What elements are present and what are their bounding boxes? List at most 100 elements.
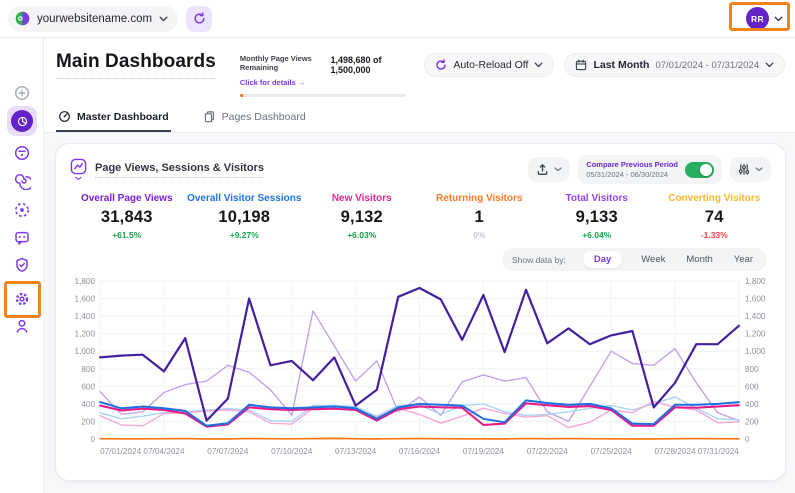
widget-title: Page Views, Sessions & Visitors: [95, 162, 264, 178]
granularity-year[interactable]: Year: [732, 251, 755, 268]
dashboard-tabs: Master Dashboard Pages Dashboard: [44, 106, 795, 133]
svg-text:400: 400: [81, 400, 95, 409]
web-analytics-icon[interactable]: [13, 144, 31, 162]
auto-reload-icon: [435, 59, 447, 71]
session-recordings-icon[interactable]: [13, 172, 31, 190]
quota-progress-bar: [240, 94, 406, 97]
svg-text:400: 400: [745, 400, 759, 409]
svg-text:200: 200: [745, 417, 759, 426]
quota-value: 1,498,680 of 1,500,000: [330, 55, 405, 75]
metric-label: Overall Page Views: [68, 193, 186, 204]
metric-delta: 0%: [421, 230, 539, 240]
svg-text:1,800: 1,800: [75, 277, 96, 286]
page-title: Main Dashboards: [56, 51, 216, 79]
website-selector[interactable]: yourwebsitename.com: [8, 6, 178, 32]
dashboard-content: Page Views, Sessions & Visitors: [44, 133, 795, 493]
widget-type-control[interactable]: [70, 158, 87, 181]
svg-text:1,600: 1,600: [75, 295, 96, 304]
svg-text:07/01/2024: 07/01/2024: [100, 447, 142, 456]
compare-range: 05/31/2024 - 06/30/2024: [586, 170, 678, 179]
svg-text:07/10/2024: 07/10/2024: [271, 447, 313, 456]
website-name: yourwebsitename.com: [37, 13, 152, 25]
website-favicon-icon: [15, 11, 30, 26]
widget-card: Page Views, Sessions & Visitors: [55, 143, 786, 481]
svg-text:200: 200: [81, 417, 95, 426]
sliders-icon: [738, 163, 750, 176]
chart-svg: 002002004004006006008008001,0001,0001,20…: [66, 273, 775, 470]
metric-delta: +6.04%: [538, 230, 656, 240]
svg-text:800: 800: [745, 365, 759, 374]
date-range-dropdown[interactable]: Last Month 07/01/2024 - 07/31/2024: [564, 53, 785, 77]
heatmaps-icon[interactable]: [13, 201, 31, 219]
svg-text:07/28/2024: 07/28/2024: [654, 447, 696, 456]
page-header: Main Dashboards Monthly Page Views Remai…: [44, 38, 795, 97]
granularity-week[interactable]: Week: [639, 251, 667, 268]
privacy-center-icon[interactable]: [13, 256, 31, 274]
master-dashboard-icon: [58, 110, 71, 123]
visitor-communication-icon[interactable]: [13, 229, 31, 247]
svg-text:0: 0: [745, 435, 750, 444]
svg-text:07/22/2024: 07/22/2024: [527, 447, 569, 456]
metric-value: 9,133: [538, 208, 656, 227]
avatar: RR: [746, 7, 769, 30]
date-preset: Last Month: [593, 59, 649, 71]
svg-text:1,000: 1,000: [745, 347, 766, 356]
svg-text:1,200: 1,200: [75, 330, 96, 339]
svg-text:07/16/2024: 07/16/2024: [399, 447, 441, 456]
metric-value: 9,132: [303, 208, 421, 227]
metric-label: Overall Visitor Sessions: [186, 193, 304, 204]
svg-text:07/04/2024: 07/04/2024: [143, 447, 185, 456]
metric[interactable]: New Visitors 9,132 +6.03%: [303, 193, 421, 240]
metric-value: 74: [656, 208, 774, 227]
sidebar-item-dashboards[interactable]: [7, 106, 37, 136]
svg-text:0: 0: [91, 435, 96, 444]
svg-text:07/19/2024: 07/19/2024: [463, 447, 505, 456]
quota-details-link[interactable]: Click for details →: [240, 78, 305, 87]
tab-pages-dashboard[interactable]: Pages Dashboard: [201, 106, 308, 132]
show-data-by: Show data by: Day Week Month Year: [502, 248, 767, 271]
compare-previous-period: Compare Previous Period 05/31/2024 - 06/…: [578, 155, 722, 184]
refresh-icon: [193, 12, 206, 25]
svg-text:1,400: 1,400: [75, 312, 96, 321]
sidebar: [0, 38, 44, 493]
account-menu[interactable]: RR: [746, 7, 783, 30]
metric-delta: +6.03%: [303, 230, 421, 240]
metrics-row: Overall Page Views 31,843 +61.5% Overall…: [64, 186, 777, 242]
svg-text:800: 800: [81, 365, 95, 374]
chevron-down-icon: [765, 62, 774, 68]
metric-label: New Visitors: [303, 193, 421, 204]
metric-settings-dropdown[interactable]: [730, 157, 771, 182]
metric-value: 1: [421, 208, 539, 227]
chevron-down-icon: [75, 176, 82, 181]
tab-master-dashboard[interactable]: Master Dashboard: [56, 106, 171, 132]
add-widget-icon[interactable]: [13, 84, 31, 102]
metric[interactable]: Overall Page Views 31,843 +61.5%: [68, 193, 186, 240]
chevron-down-icon: [159, 16, 168, 22]
svg-text:1,200: 1,200: [745, 330, 766, 339]
chart-area[interactable]: 002002004004006006008008001,0001,0001,20…: [64, 271, 777, 470]
metric[interactable]: Converting Visitors 74 -1.33%: [656, 193, 774, 240]
metric-label: Returning Visitors: [421, 193, 539, 204]
auto-reload-label: Auto-Reload Off: [453, 59, 528, 71]
export-dropdown[interactable]: [528, 157, 570, 182]
metric-delta: +61.5%: [68, 230, 186, 240]
svg-text:07/07/2024: 07/07/2024: [207, 447, 249, 456]
metric[interactable]: Returning Visitors 1 0%: [421, 193, 539, 240]
auto-reload-dropdown[interactable]: Auto-Reload Off: [424, 53, 554, 77]
settings-icon[interactable]: [13, 290, 31, 308]
compare-label: Compare Previous Period: [586, 160, 678, 169]
chevron-down-icon: [534, 62, 543, 68]
granularity-month[interactable]: Month: [684, 251, 714, 268]
metric[interactable]: Overall Visitor Sessions 10,198 +9.27%: [186, 193, 304, 240]
support-icon[interactable]: [13, 317, 31, 335]
metric-label: Converting Visitors: [656, 193, 774, 204]
metric-value: 31,843: [68, 208, 186, 227]
open-website-button[interactable]: [186, 6, 212, 32]
granularity-day[interactable]: Day: [583, 251, 622, 268]
chevron-down-icon: [554, 167, 562, 172]
quota-progress-fill: [240, 94, 243, 97]
compare-toggle[interactable]: [685, 162, 714, 178]
metric[interactable]: Total Visitors 9,133 +6.04%: [538, 193, 656, 240]
metric-value: 10,198: [186, 208, 304, 227]
svg-text:1,400: 1,400: [745, 312, 766, 321]
